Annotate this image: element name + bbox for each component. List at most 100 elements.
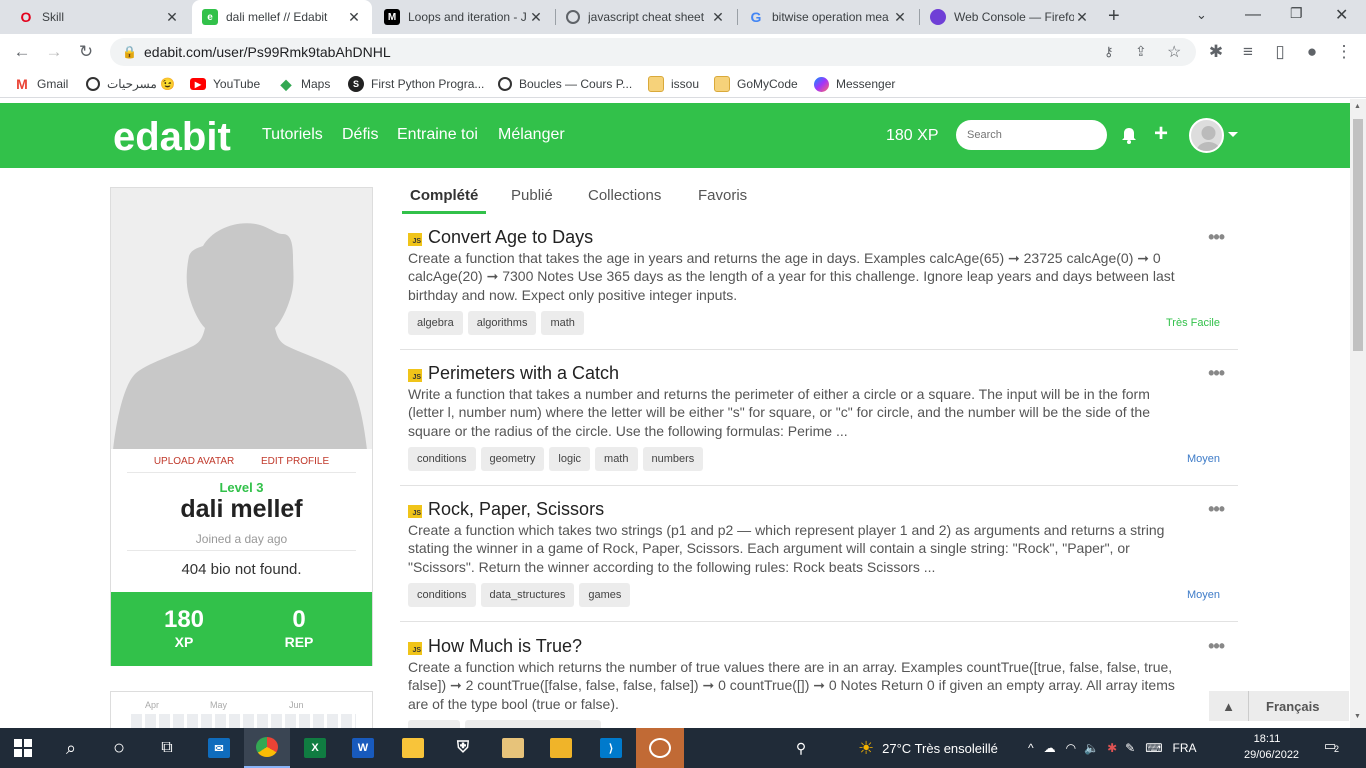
bookmark-issou[interactable]: issou [648,70,699,98]
tag[interactable] [408,720,460,728]
browser-tab-edabit[interactable]: e dali mellef // Edabit ✕ [192,0,372,34]
browser-tab-console[interactable]: Web Console — Firefo ✕ [920,0,1100,34]
tag[interactable]: geometry [480,447,545,471]
reload-icon[interactable]: ↻ [72,34,100,70]
search-icon[interactable]: ⌕ [48,728,94,768]
tag[interactable]: logic [549,447,591,471]
address-bar[interactable]: 🔒 edabit.com/user/Ps99Rmk9tabAhDNHL ⚷ ⇪ … [110,38,1196,66]
folder-app-icon[interactable] [538,728,584,768]
tag[interactable]: math [541,311,584,335]
site-logo[interactable]: edabit [113,115,231,160]
people-icon[interactable]: ⚲ [778,728,824,768]
tag[interactable]: math [595,447,638,471]
tab-publie[interactable]: Publié [511,187,553,204]
back-icon[interactable]: ← [8,34,36,70]
notification-center-icon[interactable]: ▭ 2 [1324,738,1346,758]
volume-icon[interactable]: 🔈 [1084,741,1099,755]
mail-icon[interactable]: ✉ [196,728,242,768]
search-input[interactable] [956,120,1107,150]
profile-icon[interactable]: ● [1298,34,1326,70]
clock[interactable]: 18:11 29/06/2022 [1244,731,1299,763]
tag[interactable]: numbers [642,447,704,471]
challenge-item[interactable]: JS How Much is True? ••• Create a functio… [400,636,1238,728]
vscode-icon[interactable]: ⟩ [588,728,634,768]
tag[interactable]: conditions [408,447,476,471]
tag[interactable]: data_structures [480,583,575,607]
more-options-icon[interactable]: ••• [1208,227,1225,248]
tag[interactable] [465,720,601,728]
security-icon[interactable]: ⛨ [440,728,486,768]
pen-icon[interactable]: ✎ [1125,741,1135,755]
side-panel-icon[interactable]: ▯ [1266,34,1294,70]
language-selector[interactable]: ▲ Français [1209,691,1349,721]
defender-icon[interactable]: ✱ [1107,741,1117,755]
tab-complete[interactable]: Complété [410,187,478,204]
windows-start-icon[interactable] [0,728,46,768]
challenge-item[interactable]: JS Perimeters with a Catch ••• Write a fu… [400,363,1238,486]
tag[interactable]: algebra [408,311,463,335]
browser-tab-skill[interactable]: O Skill ✕ [8,0,190,34]
tab-search-icon[interactable]: ⌄ [1196,7,1207,23]
bell-icon[interactable] [1119,124,1139,146]
chevron-up-icon[interactable]: ^ [1028,741,1034,755]
close-tab-icon[interactable]: ✕ [528,9,544,26]
wifi-icon[interactable]: ◠ [1066,741,1076,755]
plus-icon[interactable]: + [1154,120,1168,148]
bookmark-boucles[interactable]: Boucles — Cours P... [498,70,632,98]
star-icon[interactable]: ☆ [1167,42,1181,62]
more-options-icon[interactable]: ••• [1208,499,1225,520]
more-options-icon[interactable]: ••• [1208,636,1225,657]
chrome-icon[interactable] [244,728,290,768]
url-text[interactable]: edabit.com/user/Ps99Rmk9tabAhDNHL [144,44,391,60]
key-icon[interactable]: ⚷ [1104,44,1114,60]
chevron-down-icon[interactable] [1228,132,1238,137]
tag[interactable]: algorithms [467,311,537,335]
tag[interactable]: conditions [408,583,476,607]
file-explorer-icon[interactable] [390,728,436,768]
bookmark-messenger[interactable]: Messenger [814,70,895,98]
cortana-icon[interactable]: ○ [96,728,142,768]
upload-avatar-link[interactable]: UPLOAD AVATAR [154,456,234,467]
scrollbar-thumb[interactable] [1353,119,1363,351]
scroll-down-icon[interactable]: ▼ [1354,713,1361,720]
bookmark-masrahiyat[interactable]: مسرحيات 😉 [86,70,175,98]
more-options-icon[interactable]: ••• [1208,363,1225,384]
page-scrollbar[interactable]: ▲ ▼ [1350,99,1366,728]
nav-tutoriels[interactable]: Tutoriels [262,126,323,144]
extensions-icon[interactable]: ✱ [1202,34,1230,70]
minimize-icon[interactable]: — [1245,6,1261,24]
close-window-icon[interactable]: ✕ [1335,5,1348,25]
nav-melanger[interactable]: Mélanger [498,126,565,144]
menu-icon[interactable]: ⋮ [1330,34,1358,70]
media-icon[interactable]: ≡ [1234,34,1262,70]
keyboard-icon[interactable]: ⌨ [1145,741,1162,755]
challenge-title[interactable]: Perimeters with a Catch [428,363,619,384]
app-icon[interactable] [636,728,684,768]
tab-favoris[interactable]: Favoris [698,187,747,204]
challenge-item[interactable]: JS Rock, Paper, Scissors ••• Create a fun… [400,499,1238,622]
challenge-title[interactable]: Convert Age to Days [428,227,593,248]
share-icon[interactable]: ⇪ [1135,43,1147,60]
close-tab-icon[interactable]: ✕ [710,9,726,26]
weather-widget[interactable]: ☀ 27°C Très ensoleillé [858,728,998,768]
challenge-title[interactable]: Rock, Paper, Scissors [428,499,604,520]
task-view-icon[interactable]: ⧉ [144,728,190,768]
avatar[interactable] [1189,118,1224,153]
bookmark-python[interactable]: S First Python Progra... [348,70,484,98]
restore-icon[interactable]: ❐ [1290,5,1303,22]
close-tab-icon[interactable]: ✕ [1074,9,1090,26]
browser-tab-mdn[interactable]: M Loops and iteration - J ✕ [374,0,554,34]
challenge-item[interactable]: JS Convert Age to Days ••• Create a funct… [400,227,1238,350]
nav-defis[interactable]: Défis [342,126,378,144]
paint-icon[interactable] [490,728,536,768]
tab-collections[interactable]: Collections [588,187,661,204]
word-icon[interactable]: W [340,728,386,768]
bookmark-maps[interactable]: ◆ Maps [278,70,331,98]
forward-icon[interactable]: → [40,34,68,70]
input-language[interactable]: FRA [1173,741,1197,755]
bookmark-gmail[interactable]: M Gmail [14,70,68,98]
new-tab-button[interactable]: + [1108,5,1120,28]
close-tab-icon[interactable]: ✕ [164,9,180,26]
close-tab-icon[interactable]: ✕ [346,9,362,26]
nav-entraine-toi[interactable]: Entraine toi [397,126,478,144]
